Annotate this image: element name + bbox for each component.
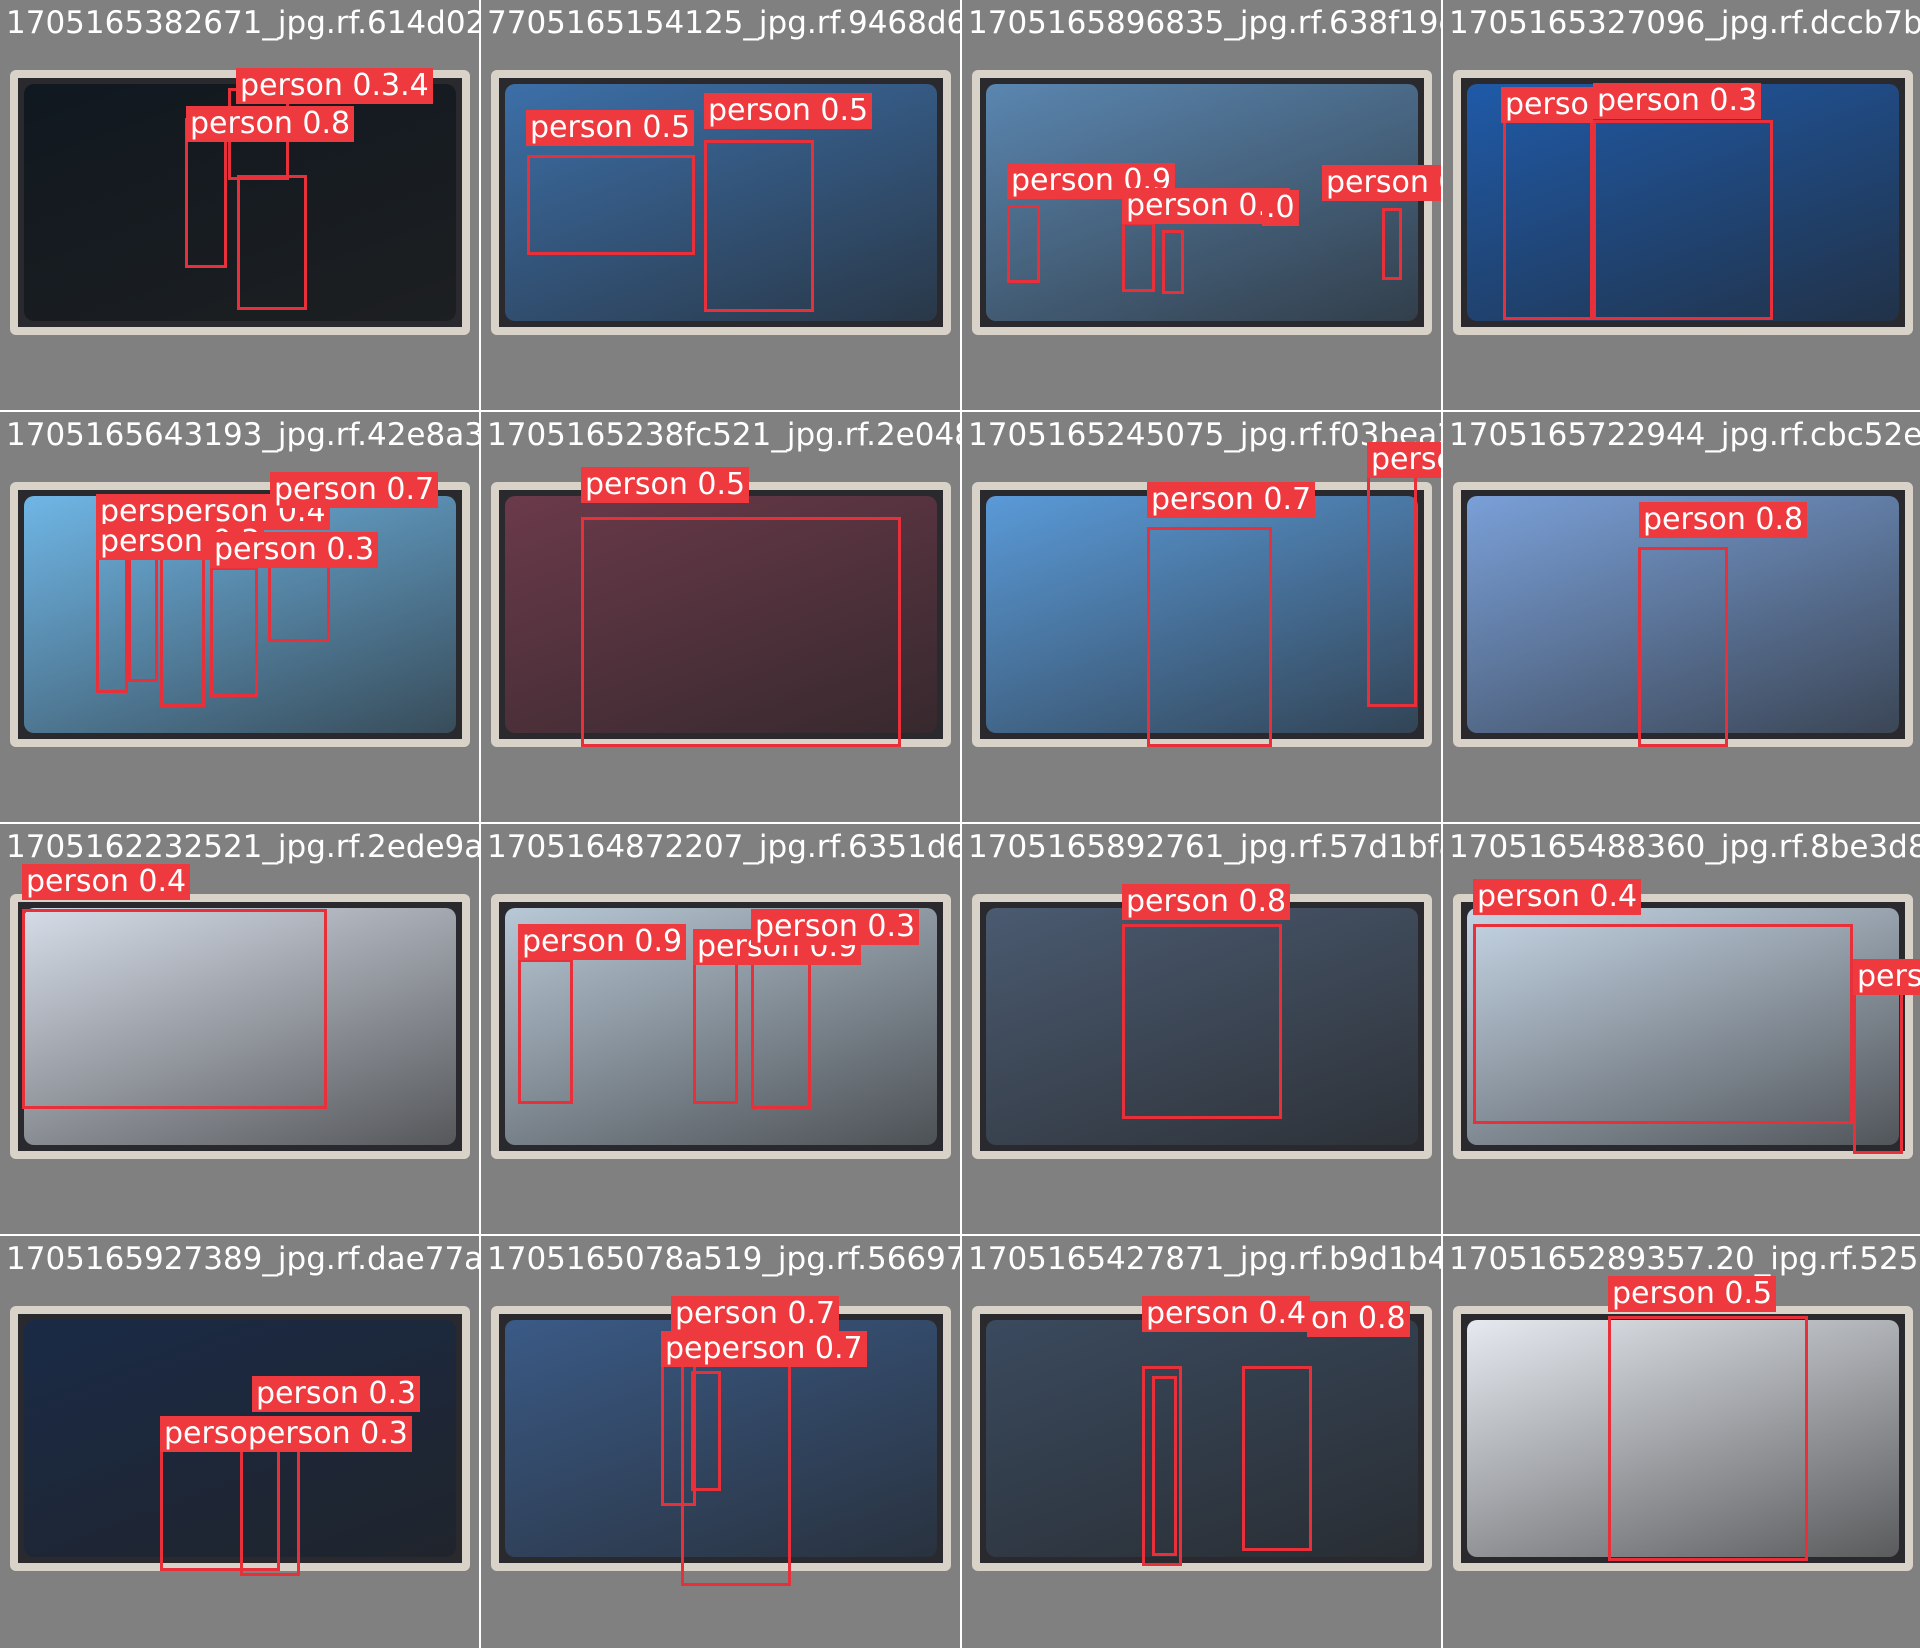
- tile-filename: 1705165327096_jpg.rf.dccb7b7: [1449, 5, 1920, 41]
- bounding-box: [1147, 527, 1272, 747]
- detection-label: person 0.5: [704, 93, 873, 129]
- grid-tile: 1705164872207_jpg.rf.6351d60170516589276…: [481, 824, 960, 1234]
- tile-filename: 7705165154125_jpg.rf.9468d66c17051658968…: [487, 5, 960, 41]
- bounding-box: [96, 545, 128, 693]
- bounding-box: [22, 909, 327, 1109]
- detection-label: person 0.8: [1122, 884, 1291, 920]
- detection-label: person 0.8: [186, 106, 355, 142]
- bounding-box: [1853, 974, 1903, 1154]
- bounding-box: [1007, 205, 1040, 283]
- grid-tile: 1705165327096_jpg.rf.dccb7b7perso person …: [1443, 0, 1920, 410]
- bounding-box: [1503, 90, 1593, 320]
- grid-tile: 1705165722944_jpg.rf.cbc52e6person 0.8: [1443, 412, 1920, 822]
- bounding-box: [240, 1436, 300, 1576]
- tile-filename: 1705165382671_jpg.rf.614d02ef17051651544…: [6, 5, 479, 41]
- detection-label: person 0.3: [1367, 442, 1441, 478]
- bounding-box: [1162, 230, 1184, 294]
- tile-filename: 1705165427871_jpg.rf.b9d1b44170516528935…: [968, 1241, 1441, 1277]
- detection-label: person 0.5: [581, 467, 750, 503]
- grid-tile: 1705165643193_jpg.rf.42e8a30fe79618238fc…: [0, 412, 479, 822]
- tv-frame: [972, 1306, 1432, 1571]
- grid-divider: [1441, 0, 1443, 1648]
- detection-label: on 0.8: [1307, 1301, 1410, 1337]
- detection-label: person 0.6: [1322, 165, 1441, 201]
- grid-tile: 1705165927389_jpg.rf.dae77a8a1705165078a…: [0, 1236, 479, 1648]
- bounding-box: [581, 517, 901, 747]
- tile-filename: 1705165289357.20_ipg.rf.525768: [1449, 1241, 1920, 1277]
- bounding-box: [527, 155, 695, 255]
- detection-label: person 0.3: [252, 1376, 421, 1412]
- bounding-box: [693, 944, 738, 1104]
- detection-label: person 0.4: [22, 864, 191, 900]
- grid-divider: [0, 410, 1920, 412]
- detection-label: person 0.3: [210, 532, 379, 568]
- bounding-box: [1122, 222, 1155, 292]
- detection-label: person 0.7: [671, 1296, 840, 1332]
- detection-label: perso: [1501, 87, 1593, 123]
- grid-divider: [960, 0, 962, 1648]
- detection-label: person 0.4: [1473, 879, 1642, 915]
- bounding-box: [1122, 924, 1282, 1119]
- bounding-box: [210, 567, 258, 697]
- tv-screen-image: [986, 1320, 1418, 1557]
- bounding-box: [128, 552, 158, 682]
- tile-filename: 1705165892761_jpg.rf.57d1bf8470516548860: [968, 829, 1441, 865]
- detection-label: person 0.9: [518, 924, 687, 960]
- detection-mosaic: 1705165382671_jpg.rf.614d02ef17051651544…: [0, 0, 1920, 1648]
- tile-filename: 1705162232521_jpg.rf.2ede9ad170516487220…: [6, 829, 479, 865]
- grid-tile: 1705165896835_jpg.rf.638f19e470516532709…: [962, 0, 1441, 410]
- bounding-box: [1242, 1366, 1312, 1551]
- grid-divider: [0, 822, 1920, 824]
- grid-tile: 1705165238fc521_jpg.rf.2e0484c1705165245…: [481, 412, 960, 822]
- tile-filename: 1705165488360_jpg.rf.8be3d8: [1449, 829, 1920, 865]
- detection-label: .0: [1262, 190, 1299, 226]
- detection-label: person 0.5: [526, 110, 695, 146]
- bounding-box: [237, 175, 307, 310]
- bounding-box: [681, 1356, 791, 1586]
- bounding-box: [160, 557, 205, 707]
- detection-label: person 0.3: [1593, 83, 1762, 119]
- grid-tile: 7705165154125_jpg.rf.9468d66c17051658968…: [481, 0, 960, 410]
- detection-label: peperson 0.7: [661, 1331, 867, 1367]
- grid-tile: 1705165245075_jpg.rf.f03bea2170516572294…: [962, 412, 1441, 822]
- bounding-box: [1367, 452, 1417, 707]
- detection-label: person 0.4: [1142, 1296, 1311, 1332]
- grid-tile: 1705165289357.20_ipg.rf.525768person 0.5: [1443, 1236, 1920, 1648]
- bounding-box: [1638, 547, 1728, 747]
- grid-tile: 1705165078a519_jpg.rf.566978617051654278…: [481, 1236, 960, 1648]
- bounding-box: [1152, 1376, 1177, 1556]
- detection-label: persoperson 0.3: [160, 1416, 412, 1452]
- grid-divider: [479, 0, 481, 1648]
- bounding-box: [518, 959, 573, 1104]
- bounding-box: [1473, 924, 1853, 1124]
- detection-label: perso: [1853, 959, 1920, 995]
- detection-label: person 0.3: [751, 909, 920, 945]
- grid-tile: 1705165488360_jpg.rf.8be3d8person 0.4 per…: [1443, 824, 1920, 1234]
- bounding-box: [1608, 1316, 1808, 1561]
- detection-label: person 0.7: [1147, 482, 1316, 518]
- bounding-box: [1593, 120, 1773, 320]
- tile-filename: 1705165078a519_jpg.rf.566978617051654278…: [487, 1241, 960, 1277]
- bounding-box: [704, 140, 814, 312]
- bounding-box: [1382, 208, 1402, 280]
- detection-label: person 0.8: [1639, 502, 1808, 538]
- tile-filename: 1705165643193_jpg.rf.42e8a30fe79618238fc…: [6, 417, 479, 453]
- grid-tile: 1705165427871_jpg.rf.b9d1b44170516528935…: [962, 1236, 1441, 1648]
- tile-filename: 1705165927389_jpg.rf.dae77a8a1705165078a…: [6, 1241, 479, 1277]
- tile-filename: 1705164872207_jpg.rf.6351d60170516589276…: [487, 829, 960, 865]
- grid-tile: 1705165892761_jpg.rf.57d1bf8470516548860…: [962, 824, 1441, 1234]
- grid-divider: [0, 1234, 1920, 1236]
- tile-filename: 1705165722944_jpg.rf.cbc52e6: [1449, 417, 1920, 453]
- detection-label: person 0.5: [1608, 1276, 1777, 1312]
- grid-tile: 1705162232521_jpg.rf.2ede9ad170516487220…: [0, 824, 479, 1234]
- tile-filename: 1705165896835_jpg.rf.638f19e470516532709…: [968, 5, 1441, 41]
- grid-tile: 1705165382671_jpg.rf.614d02ef17051651544…: [0, 0, 479, 410]
- detection-label: person 0.3.4: [236, 68, 433, 104]
- detection-label: person 0.7: [270, 472, 439, 508]
- tile-filename: 1705165238fc521_jpg.rf.2e0484c1705165245…: [487, 417, 960, 453]
